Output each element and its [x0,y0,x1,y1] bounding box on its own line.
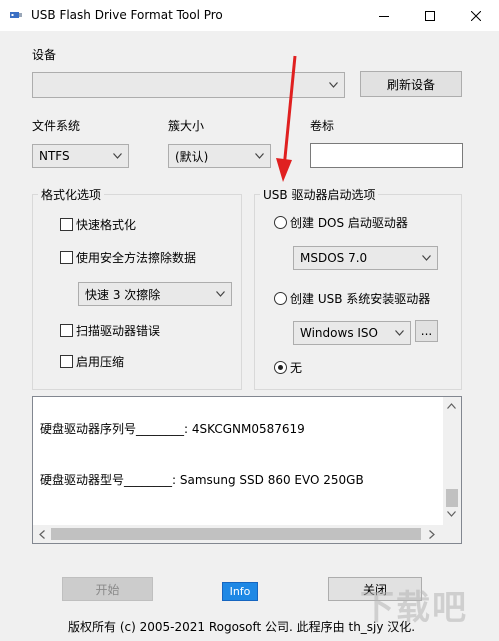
none-boot-label: 无 [290,361,303,375]
chevron-down-icon [395,330,404,336]
info-button[interactable]: Info [222,582,258,601]
iso-type-select[interactable]: Windows ISO [293,321,411,345]
dos-boot-label: 创建 DOS 启动驱动器 [290,216,408,230]
minimize-button[interactable] [361,0,407,31]
chevron-down-icon [329,82,338,88]
close-window-button[interactable] [453,0,499,31]
refresh-devices-button[interactable]: 刷新设备 [360,71,462,97]
filesystem-label: 文件系统 [32,119,81,133]
usb-install-radio[interactable] [274,292,287,305]
secure-wipe-label: 使用安全方法擦除数据 [76,251,197,265]
scan-errors-checkbox[interactable] [60,324,73,337]
maximize-button[interactable] [407,0,453,31]
device-label: 设备 [32,48,57,62]
browse-iso-button[interactable]: ... [415,320,438,342]
red-arrow-annotation [276,55,297,182]
scroll-up-icon[interactable] [447,403,456,409]
chevron-down-icon [216,291,225,297]
close-icon [471,10,481,21]
usb-install-label: 创建 USB 系统安装驱动器 [290,292,431,306]
format-options-title: 格式化选项 [38,186,105,203]
window-title: USB Flash Drive Format Tool Pro [31,8,223,22]
drive-info-panel: 硬盘驱动器序列号________: 4SKCGNM0587619 硬盘驱动器型号… [32,396,462,544]
quick-format-checkbox[interactable] [60,218,73,231]
none-boot-radio[interactable] [274,361,287,374]
maximize-icon [425,10,435,21]
scroll-down-icon[interactable] [447,511,456,517]
cluster-size-select[interactable]: (默认) [168,144,271,168]
filesystem-select-value: NTFS [39,149,70,163]
volume-label-label: 卷标 [310,119,335,133]
dos-version-select[interactable]: MSDOS 7.0 [293,246,438,270]
compression-label: 启用压缩 [76,355,125,369]
title-bar: USB Flash Drive Format Tool Pro [0,0,499,31]
cluster-size-label: 簇大小 [168,119,205,133]
chevron-down-icon [113,153,122,159]
iso-type-value: Windows ISO [300,326,378,340]
dos-version-value: MSDOS 7.0 [300,251,368,265]
site-watermark: 下载吧 [360,588,468,628]
scroll-right-icon[interactable] [429,530,435,539]
scan-errors-label: 扫描驱动器错误 [76,324,161,338]
usb-app-icon [9,8,23,22]
filesystem-select[interactable]: NTFS [32,144,129,168]
info-hscrollbar[interactable] [33,525,443,543]
chevron-down-icon [422,255,431,261]
cluster-size-select-value: (默认) [175,149,209,164]
info-hscrollbar-thumb[interactable] [51,528,421,540]
scroll-left-icon[interactable] [39,530,45,539]
drive-serial-line: 硬盘驱动器序列号________: 4SKCGNM0587619 [40,422,305,436]
chevron-down-icon [255,153,264,159]
quick-format-label: 快速格式化 [76,218,137,232]
minimize-icon [379,15,389,17]
info-scrollbar-thumb[interactable] [446,489,458,507]
volume-label-input[interactable] [310,143,463,168]
secure-wipe-checkbox[interactable] [60,251,73,264]
info-scrollbar[interactable] [443,397,461,543]
wipe-method-select[interactable]: 快速 3 次擦除 [78,282,232,306]
compression-checkbox[interactable] [60,355,73,368]
drive-model-line: 硬盘驱动器型号________: Samsung SSD 860 EVO 250… [40,473,364,487]
dos-boot-radio[interactable] [274,216,287,229]
wipe-method-value: 快速 3 次擦除 [85,287,161,302]
start-button[interactable]: 开始 [62,577,153,601]
